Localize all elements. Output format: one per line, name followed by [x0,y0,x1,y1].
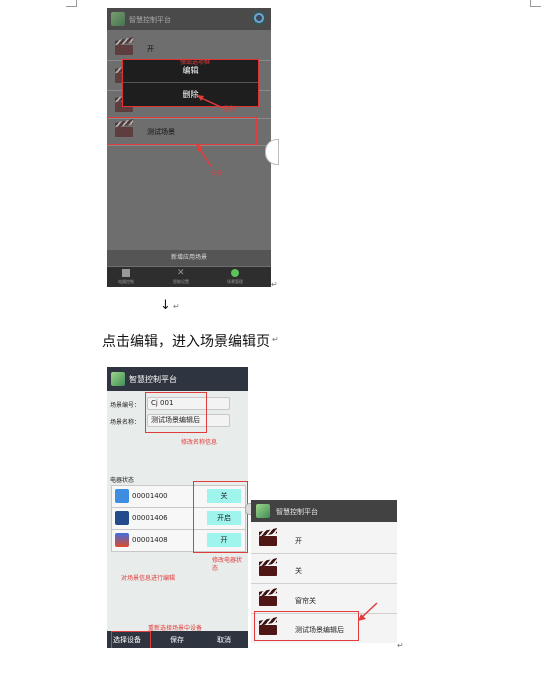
delete-menu-item[interactable]: 删除 [123,89,258,100]
context-menu-dialog: 编辑 删除 [122,59,259,107]
annotation-arrow-icon [358,602,378,621]
scene-row-label[interactable]: 开 [147,44,154,54]
annotation-longpress: 长按 [210,170,223,177]
scene-manage-icon[interactable] [231,269,239,277]
edit-fields-highlight-box [145,392,207,433]
device-id: 00001400 [132,492,168,500]
paragraph-mark: ↵ [173,302,180,311]
nav-label: 电器控制 [118,279,134,284]
paragraph-mark: ↵ [271,280,278,289]
device-control-icon[interactable] [122,269,130,277]
updated-scene-highlight-box [254,611,359,641]
app-header: 智慧控制平台 [107,367,248,391]
screenshot-scene-list-longpress: 智慧控制平台 开 测试场景 编辑 删除 弹出选项框 删除 长按 新增应用场景 电… [107,8,271,287]
paragraph-mark: ↵ [272,335,279,344]
app-header: 智慧控制平台 [251,500,397,522]
device-state-highlight-box [193,481,248,553]
device-id: 00001408 [132,536,168,544]
annotation-status: 修改电器状态 [212,557,243,572]
scene-no-label: 场景编号： [110,402,141,409]
device-type-icon [115,533,129,547]
device-type-icon [115,511,129,525]
screenshot-scene-list-updated: 智慧控制平台 开 关 窗帘关 测试场景编辑后 [251,500,397,643]
device-type-icon [115,489,129,503]
scene-row[interactable]: 开 [251,524,397,554]
tools-icon[interactable]: ✕ [177,268,185,278]
nav-label: 智能设置 [173,279,189,284]
app-logo-icon [256,504,270,518]
scene-clapper-icon [259,588,277,606]
settings-gear-icon[interactable] [252,11,266,25]
device-id: 00001406 [132,514,168,522]
app-title: 智慧控制平台 [129,16,171,24]
crop-mark-right [530,0,541,7]
app-logo-icon [111,12,125,26]
add-scene-button[interactable]: 新增应用场景 [107,250,271,266]
scene-row-label: 关 [295,567,302,575]
app-header: 智慧控制平台 [107,8,271,30]
annotation-name: 修改名称信息 [181,439,218,446]
scene-row[interactable]: 关 [251,554,397,584]
screenshot-scene-edit: 智慧控制平台 场景编号： Cj 001 场景名称： 测试场景编辑后 修改名称信息… [107,367,248,648]
bottom-nav: 电器控制 ✕ 智能设置 场景管理 [107,267,271,287]
annotation-edit: 对场景信息进行编辑 [121,575,176,582]
scene-name-label: 场景名称： [110,419,141,426]
device-status-label: 电器状态 [110,477,135,484]
select-device-highlight-box [111,631,151,648]
cancel-button[interactable]: 取消 [217,635,231,645]
annotation-popup: 弹出选项框 [180,59,211,66]
longpress-highlight-box [107,117,257,145]
paragraph-mark: ↵ [397,641,404,650]
step-caption: 点击编辑，进入场景编辑页 [102,334,270,350]
nav-label: 场景管理 [227,279,243,284]
scene-row-label: 开 [295,537,302,545]
app-logo-icon [111,372,125,386]
save-button[interactable]: 保存 [170,635,184,645]
annotation-arrow-icon [196,144,212,167]
app-title: 智慧控制平台 [276,508,318,516]
scene-row-label: 窗帘关 [295,597,316,605]
scene-clapper-icon [115,37,133,55]
scene-clapper-icon [259,528,277,546]
down-arrow-icon: ↓ [160,298,171,313]
annotation-arrow-icon [197,95,224,109]
app-title: 智慧控制平台 [129,375,177,384]
crop-mark-left [66,0,77,7]
edit-menu-item[interactable]: 编辑 [123,65,258,76]
scene-clapper-icon [259,558,277,576]
